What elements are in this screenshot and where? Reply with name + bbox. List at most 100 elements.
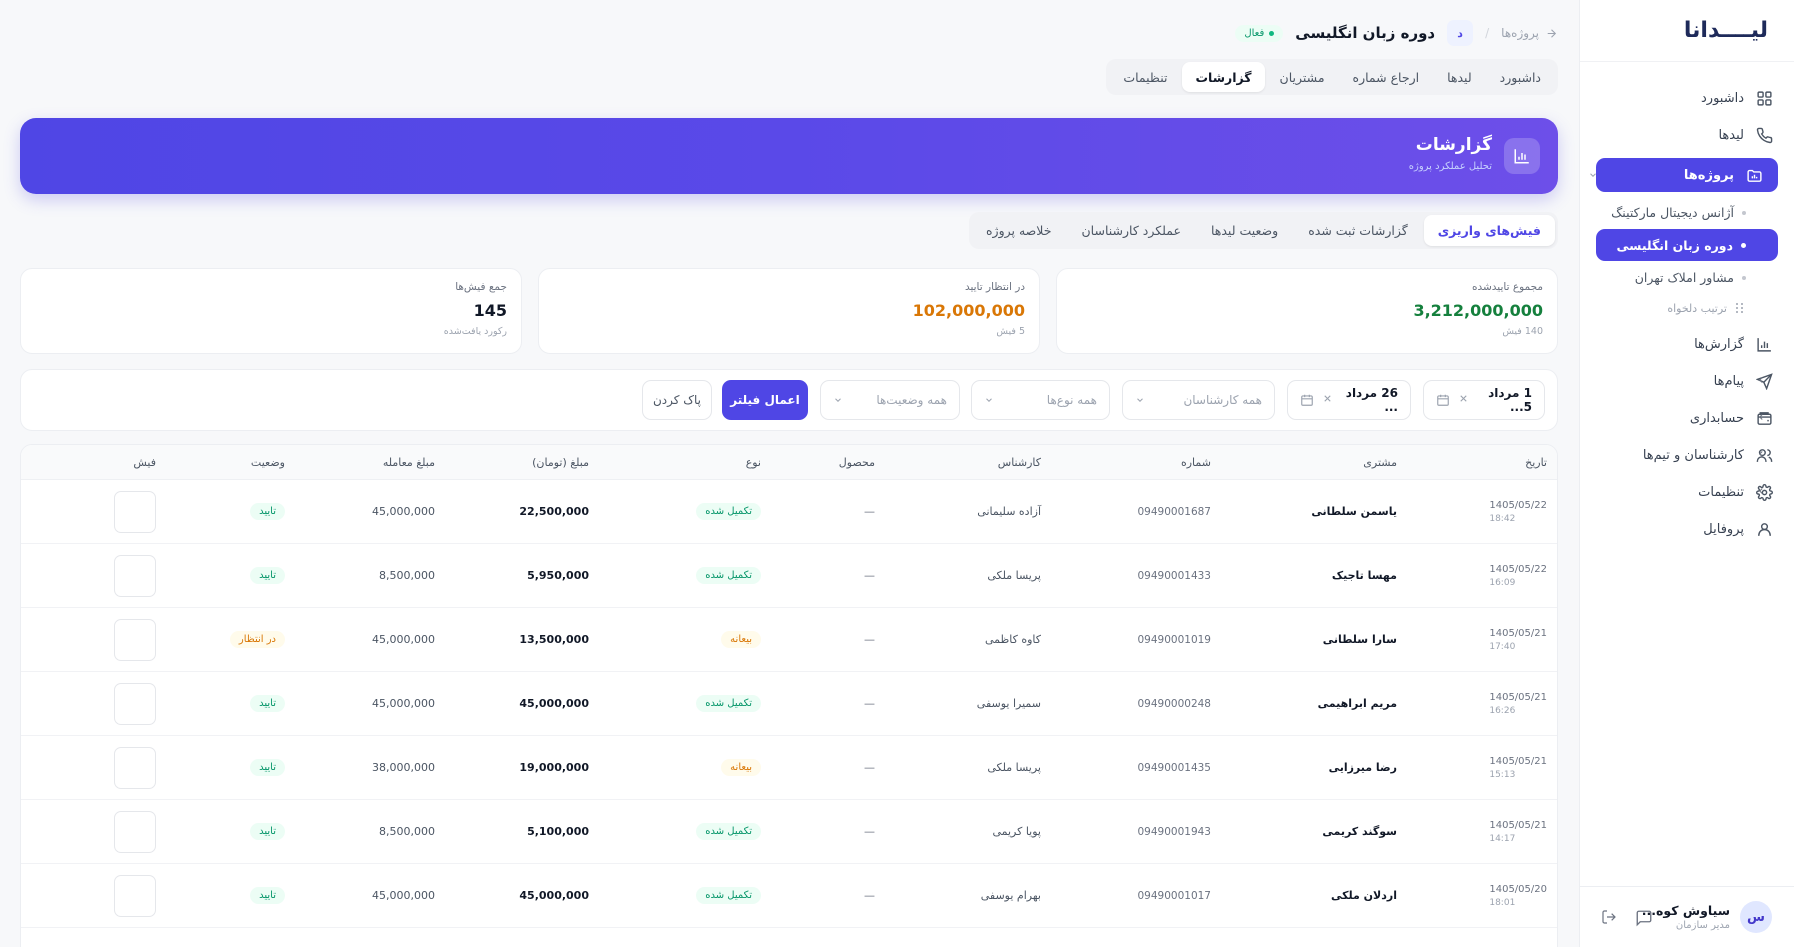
status-badge: تایید: [250, 503, 285, 520]
col-deal-amount[interactable]: مبلغ معامله: [383, 445, 435, 479]
table-row[interactable]: 1405/05/20 18:01 اردلان ملکی 09490001017 بهر…: [21, 864, 1557, 928]
slip-thumbnail[interactable]: [114, 810, 156, 853]
sidebar-item-settings[interactable]: تنظیمات: [1580, 474, 1794, 511]
stat-label: در انتظار تایید: [964, 281, 1025, 293]
slip-thumbnail[interactable]: [114, 874, 156, 917]
customer-name[interactable]: سارا سلطانی: [1323, 608, 1397, 671]
status-badge: تایید: [250, 887, 285, 904]
table-row[interactable]: 1405/05/21 17:40 سارا سلطانی 09490001019 کاو…: [21, 608, 1557, 672]
table-header: تاریخ مشتری شماره کارشناس محصول نوع مبلغ…: [21, 445, 1557, 480]
col-date[interactable]: تاریخ: [1525, 445, 1547, 479]
col-expert[interactable]: کارشناس: [998, 445, 1041, 479]
project-item[interactable]: مشاور املاک تهران: [1580, 261, 1794, 294]
chevron-down-icon[interactable]: [1588, 170, 1598, 180]
stat-label: مجموع تاییدشده: [1471, 281, 1543, 293]
apply-filter-button[interactable]: اعمال فیلتر: [722, 380, 808, 420]
customer-name[interactable]: مهسا تاجیک: [1332, 544, 1397, 607]
chat-icon[interactable]: [1635, 909, 1653, 927]
type-select[interactable]: همه نوع‌ها: [971, 380, 1110, 420]
report-tabs: فیش‌های واریزی گزارشات ثبت شده وضعیت لید…: [969, 212, 1558, 249]
chevron-down-icon: [1135, 395, 1145, 405]
filter-bar: 1 مرداد 5... 26 مرداد ... همه کارشناسان …: [20, 369, 1558, 431]
slip-thumbnail[interactable]: [114, 490, 156, 533]
sidebar-item-profile[interactable]: پروفایل: [1580, 511, 1794, 548]
phone-number: 09490001017: [1137, 889, 1212, 902]
sidebar-item-leads[interactable]: لیدها: [1580, 117, 1794, 154]
to-date-field[interactable]: 26 مرداد ...: [1287, 380, 1411, 420]
col-product[interactable]: محصول: [839, 445, 875, 479]
slip-thumbnail[interactable]: [114, 618, 156, 661]
sidebar-item-label: پروفایل: [1703, 522, 1744, 537]
row-date: 1405/05/21 14:17: [1489, 800, 1547, 863]
page-title: دوره زبان انگلیسی: [1295, 24, 1436, 42]
type-badge: تکمیل شده: [696, 567, 761, 584]
row-date: 1405/05/21 16:26: [1489, 672, 1547, 735]
time-value: 18:42: [1489, 513, 1516, 524]
sidebar-item-projects[interactable]: پروژه‌ها: [1590, 158, 1778, 192]
col-customer[interactable]: مشتری: [1363, 445, 1397, 479]
logo[interactable]: لیــــدانا: [1580, 0, 1794, 62]
calendar-icon: [1436, 393, 1450, 407]
row-date: 1405/05/20 18:01: [1489, 864, 1547, 927]
tab-registered-reports[interactable]: گزارشات ثبت شده: [1294, 215, 1421, 246]
amount-value: 5,100,000: [527, 825, 589, 838]
close-icon[interactable]: [1322, 393, 1333, 407]
back-link[interactable]: پروژه‌ها: [1501, 26, 1558, 40]
sidebar-item-messages[interactable]: پیام‌ها: [1580, 363, 1794, 400]
status-dot: [1269, 30, 1275, 36]
close-icon[interactable]: [1458, 393, 1469, 407]
logout-icon[interactable]: [1601, 909, 1617, 927]
tab-leads[interactable]: لیدها: [1434, 62, 1485, 92]
sort-projects[interactable]: ترتیب دلخواه: [1580, 294, 1794, 322]
clear-filter-button[interactable]: پاک کردن: [642, 380, 712, 420]
tab-customers[interactable]: مشتریان: [1267, 62, 1338, 92]
status-select[interactable]: همه وضعیت‌ها: [820, 380, 960, 420]
chevron-left-icon: [1756, 449, 1766, 459]
slip-thumbnail[interactable]: [114, 554, 156, 597]
project-item-active[interactable]: دوره زبان انگلیسی: [1596, 229, 1778, 261]
expert-select[interactable]: همه کارشناسان: [1122, 380, 1275, 420]
tab-number-assignment[interactable]: ارجاع شماره: [1340, 62, 1433, 92]
tab-expert-performance[interactable]: عملکرد کارشناسان: [1067, 215, 1194, 246]
expert-name: پریسا ملکی: [987, 569, 1041, 582]
col-phone[interactable]: شماره: [1181, 445, 1211, 479]
avatar[interactable]: س: [1740, 901, 1772, 933]
col-amount[interactable]: مبلغ (تومان): [532, 445, 589, 479]
tab-settings[interactable]: تنظیمات: [1110, 62, 1180, 92]
bar-chart-icon: [1504, 138, 1540, 174]
col-slip[interactable]: فیش: [133, 445, 156, 479]
sidebar-item-accounting[interactable]: حسابداری: [1580, 400, 1794, 437]
customer-name[interactable]: مریم ابراهیمی: [1318, 672, 1397, 735]
slip-thumbnail[interactable]: [114, 746, 156, 789]
col-status[interactable]: وضعیت: [251, 445, 285, 479]
tab-reports[interactable]: گزارشات: [1182, 62, 1265, 92]
sidebar-item-label: حسابداری: [1689, 411, 1744, 426]
table-row[interactable]: 1405/05/21 16:26 مریم ابراهیمی 09490000248 س…: [21, 672, 1557, 736]
phone-number: 09490000248: [1137, 697, 1212, 710]
amount-value: 45,000,000: [519, 697, 589, 710]
product-value: —: [864, 697, 875, 710]
project-item[interactable]: آژانس دیجیتال مارکتینگ: [1580, 196, 1794, 229]
table-row[interactable]: 1405/05/22 18:42 یاسمن سلطانی 09490001687 آز…: [21, 480, 1557, 544]
slip-thumbnail[interactable]: [114, 682, 156, 725]
date-value: 1405/05/22: [1489, 563, 1547, 575]
col-type[interactable]: نوع: [746, 445, 761, 479]
tab-project-summary[interactable]: خلاصه پروژه: [972, 215, 1065, 246]
sidebar-item-dashboard[interactable]: داشبورد: [1580, 80, 1794, 117]
table-row[interactable]: 1405/05/21 14:17 سوگند کریمی 09490001943 پوی…: [21, 800, 1557, 864]
table-row[interactable]: 1405/05/22 16:09 مهسا تاجیک 09490001433 پریس…: [21, 544, 1557, 608]
tab-dashboard[interactable]: داشبورد: [1487, 62, 1554, 92]
customer-name[interactable]: اردلان ملکی: [1331, 864, 1397, 927]
customer-name[interactable]: یاسمن سلطانی: [1311, 480, 1397, 543]
sidebar-item-reports[interactable]: گزارش‌ها: [1580, 326, 1794, 363]
tab-deposit-slips[interactable]: فیش‌های واریزی: [1423, 215, 1555, 246]
date-value: 1405/05/22: [1489, 499, 1547, 511]
table-row[interactable]: 1405/05/21 15:13 رضا میرزایی 09490001435 پری…: [21, 736, 1557, 800]
from-date-field[interactable]: 1 مرداد 5...: [1423, 380, 1545, 420]
tab-lead-status[interactable]: وضعیت لیدها: [1197, 215, 1292, 246]
phone-number: 09490001019: [1137, 633, 1212, 646]
reports-hero: گزارشات تحلیل عملکرد پروژه: [20, 118, 1558, 194]
customer-name[interactable]: سوگند کریمی: [1322, 800, 1397, 863]
sidebar-item-experts[interactable]: کارشناسان و تیم‌ها: [1580, 437, 1794, 474]
customer-name[interactable]: رضا میرزایی: [1329, 736, 1397, 799]
